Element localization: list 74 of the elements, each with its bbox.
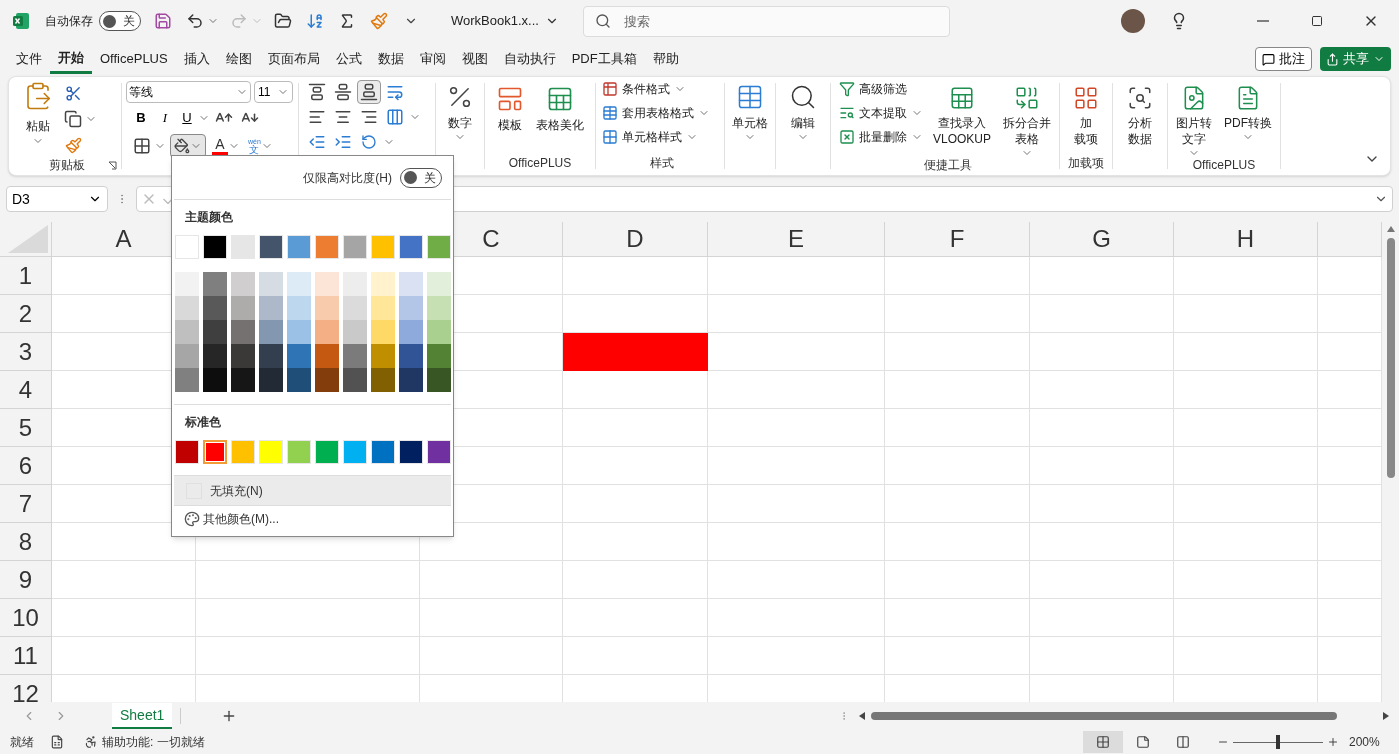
tool-button[interactable]: 文本提取 — [837, 101, 925, 125]
high-contrast-toggle[interactable]: 关 — [400, 167, 442, 188]
group-label: 剪贴板 — [49, 159, 85, 171]
row-header[interactable]: 5 — [0, 409, 52, 447]
underline-button[interactable]: U — [178, 108, 196, 128]
row-header[interactable]: 3 — [0, 333, 52, 371]
cells-button[interactable]: 单元格 — [728, 81, 772, 143]
status-text: 就绪 — [10, 734, 34, 751]
bold-button[interactable]: B — [130, 108, 152, 128]
group-label: OfficePLUS — [508, 157, 572, 169]
style-button[interactable]: 单元格样式 — [600, 125, 724, 149]
group-label: 加载项 — [1068, 157, 1104, 169]
menu-tab[interactable]: 页面布局 — [259, 44, 328, 74]
column-header[interactable]: G — [1030, 222, 1174, 257]
menu-tab[interactable]: 文件 — [8, 44, 50, 74]
section-title: 标准色 — [185, 414, 222, 431]
autosave-label: 自动保存 — [45, 13, 93, 30]
row-header[interactable]: 7 — [0, 485, 52, 523]
menu-tab[interactable]: PDF工具箱 — [563, 44, 645, 74]
font-name-field[interactable]: 等线 — [126, 81, 251, 103]
pdf-convert-button[interactable]: PDF转换 — [1220, 83, 1276, 159]
row-header[interactable]: 2 — [0, 295, 52, 333]
menu-tab[interactable]: 数据 — [369, 44, 412, 74]
column-header[interactable]: F — [885, 222, 1030, 257]
menu-tab[interactable]: 自动执行 — [495, 44, 564, 74]
name-box[interactable]: D3 — [6, 186, 108, 212]
split-merge-button[interactable]: 拆分合并 表格 — [999, 83, 1056, 159]
group-label: 便捷工具 — [924, 159, 972, 171]
toggle-label: 仅限高对比度(H) — [303, 169, 392, 187]
style-button[interactable]: 条件格式 — [600, 77, 724, 101]
image-to-text-button[interactable]: 图片转 文字 — [1172, 83, 1216, 159]
row-header[interactable]: 8 — [0, 523, 52, 561]
menu-tab[interactable]: 帮助 — [644, 44, 687, 74]
vlookup-button[interactable]: 查找录入 VLOOKUP — [929, 83, 996, 159]
menu-tab[interactable]: 绘图 — [217, 44, 260, 74]
zoom-level[interactable]: 200% — [1349, 733, 1389, 751]
row-header[interactable]: 11 — [0, 637, 52, 675]
row-header[interactable]: 9 — [0, 561, 52, 599]
addins-button[interactable]: 加 载项 — [1069, 83, 1103, 157]
font-color-button[interactable]: A — [210, 134, 242, 158]
menu-tab[interactable]: 公式 — [327, 44, 370, 74]
file-name-button[interactable]: WorkBook1.x... — [451, 11, 559, 31]
menu-tab[interactable]: 视图 — [453, 44, 496, 74]
editing-button[interactable]: 编辑 — [785, 81, 821, 143]
column-header[interactable]: D — [563, 222, 708, 257]
row-header[interactable]: 10 — [0, 599, 52, 637]
style-button[interactable]: 套用表格格式 — [600, 101, 724, 125]
more-colors-item[interactable]: 其他颜色(M)... — [172, 506, 453, 532]
table-beautify-button[interactable]: 表格美化 — [532, 83, 588, 157]
font-size-field[interactable]: 11 — [254, 81, 293, 103]
group-label: OfficePLUS — [1192, 159, 1256, 171]
row-header[interactable]: 1 — [0, 257, 52, 295]
number-format-button[interactable]: 数字 — [442, 81, 478, 143]
accessibility-status[interactable]: 辅助功能: 一切就绪 — [102, 733, 205, 751]
column-header[interactable]: H — [1174, 222, 1318, 257]
comments-button[interactable]: 批注 — [1255, 47, 1312, 71]
sheet-tab[interactable]: Sheet1 — [112, 703, 173, 729]
column-header[interactable]: E — [708, 222, 885, 257]
menu-tab[interactable]: 审阅 — [411, 44, 454, 74]
paste-button[interactable]: 粘贴 — [23, 81, 53, 147]
template-button[interactable]: 模板 — [492, 83, 528, 157]
search-field[interactable]: 搜索 — [582, 5, 950, 37]
row-header[interactable]: 4 — [0, 371, 52, 409]
share-button[interactable]: 共享 — [1320, 47, 1391, 71]
no-fill-item[interactable]: 无填充(N) — [174, 476, 451, 505]
group-label: 样式 — [650, 157, 674, 169]
autosave-toggle[interactable]: 关 — [99, 11, 141, 31]
tool-button[interactable]: 高级筛选 — [837, 77, 925, 101]
tool-button[interactable]: 批量删除 — [837, 125, 925, 149]
italic-button[interactable]: I — [154, 108, 176, 128]
menu-tab[interactable]: OfficePLUS — [92, 44, 176, 74]
menu-tab[interactable]: 插入 — [175, 44, 218, 74]
analyze-data-button[interactable]: 分析 数据 — [1123, 83, 1157, 147]
row-header[interactable]: 6 — [0, 447, 52, 485]
